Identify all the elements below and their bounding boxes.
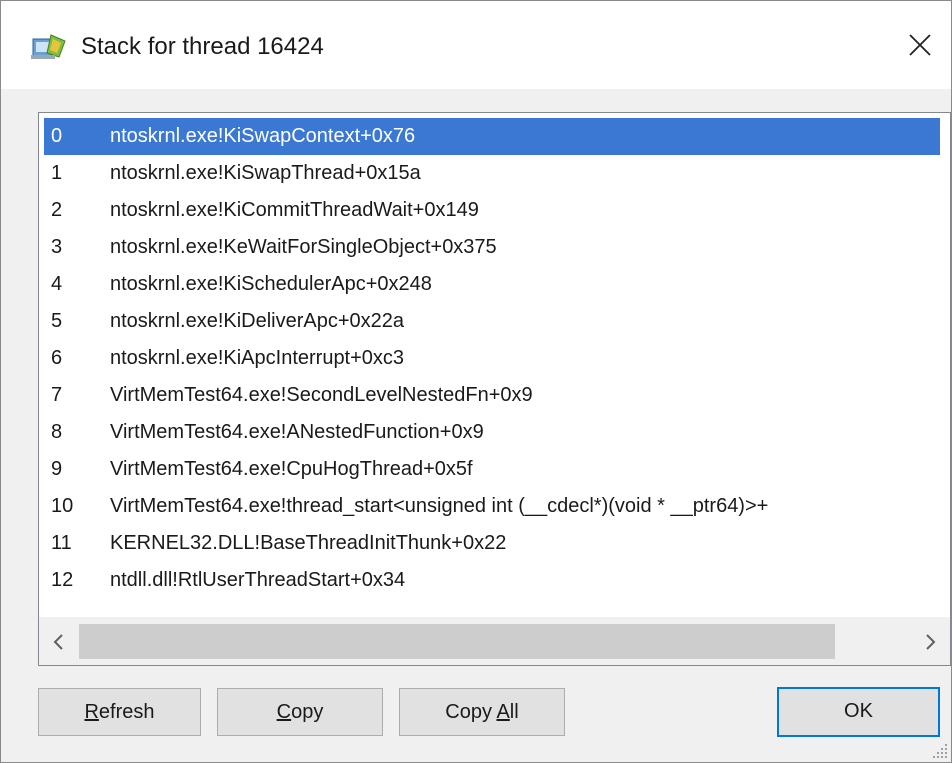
stack-row[interactable]: 0 ntoskrnl.exe!KiSwapContext+0x76 bbox=[44, 118, 940, 155]
frame-index: 0 bbox=[51, 125, 63, 147]
frame-index: 6 bbox=[51, 347, 63, 369]
frame-symbol: ntoskrnl.exe!KiDeliverApc+0x22a bbox=[110, 310, 405, 332]
stack-row[interactable]: 1 ntoskrnl.exe!KiSwapThread+0x15a bbox=[44, 155, 940, 192]
stack-row[interactable]: 10 VirtMemTest64.exe!thread_start<unsigne… bbox=[44, 488, 940, 525]
copy-all-mnemonic: A bbox=[496, 701, 510, 723]
stack-row[interactable]: 11 KERNEL32.DLL!BaseThreadInitThunk+0x22 bbox=[44, 525, 940, 562]
title-bar[interactable]: Stack for thread 16424 bbox=[1, 1, 951, 89]
stack-row[interactable]: 6 ntoskrnl.exe!KiApcInterrupt+0xc3 bbox=[44, 340, 940, 377]
stack-row[interactable]: 12 ntdll.dll!RtlUserThreadStart+0x34 bbox=[44, 562, 940, 599]
scroll-right-button[interactable] bbox=[912, 618, 950, 665]
frame-index: 12 bbox=[51, 569, 74, 591]
stack-listbox[interactable]: 0 ntoskrnl.exe!KiSwapContext+0x76 1 ntoskrn… bbox=[38, 112, 951, 666]
stack-rows: 0 ntoskrnl.exe!KiSwapContext+0x76 1 ntoskrn… bbox=[44, 118, 940, 599]
copy-mnemonic: C bbox=[276, 701, 292, 723]
stack-row[interactable]: 3 ntoskrnl.exe!KeWaitForSingleObject+0x37… bbox=[44, 229, 940, 266]
frame-index: 5 bbox=[51, 310, 63, 332]
refresh-button[interactable]: Refresh bbox=[38, 688, 201, 736]
frame-index: 2 bbox=[51, 199, 63, 221]
frame-symbol: ntoskrnl.exe!KiSchedulerApc+0x248 bbox=[110, 273, 432, 295]
frame-symbol: ntoskrnl.exe!KiSwapThread+0x15a bbox=[110, 162, 421, 184]
frame-symbol: ntoskrnl.exe!KiCommitThreadWait+0x149 bbox=[110, 199, 479, 221]
frame-index: 8 bbox=[51, 421, 63, 443]
copy-all-label: ll bbox=[509, 701, 519, 723]
copy-label: opy bbox=[291, 701, 324, 723]
window-title: Stack for thread 16424 bbox=[81, 33, 324, 60]
stack-row[interactable]: 9 VirtMemTest64.exe!CpuHogThread+0x5f bbox=[44, 451, 940, 488]
frame-symbol: ntoskrnl.exe!KiApcInterrupt+0xc3 bbox=[110, 347, 405, 369]
stack-row[interactable]: 5 ntoskrnl.exe!KiDeliverApc+0x22a bbox=[44, 303, 940, 340]
stack-row[interactable]: 4 ntoskrnl.exe!KiSchedulerApc+0x248 bbox=[44, 266, 940, 303]
ok-label: OK bbox=[844, 700, 873, 722]
frame-symbol: VirtMemTest64.exe!ANestedFunction+0x9 bbox=[110, 421, 484, 443]
frame-index: 3 bbox=[51, 236, 63, 258]
copy-all-prefix: Copy bbox=[445, 701, 497, 723]
resize-grip-icon[interactable] bbox=[931, 742, 949, 760]
stack-row[interactable]: 7 VirtMemTest64.exe!SecondLevelNestedFn+0… bbox=[44, 377, 940, 414]
frame-index: 9 bbox=[51, 458, 63, 480]
frame-symbol: ntdll.dll!RtlUserThreadStart+0x34 bbox=[110, 569, 406, 591]
stack-row[interactable]: 2 ntoskrnl.exe!KiCommitThreadWait+0x149 bbox=[44, 192, 940, 229]
chevron-right-icon bbox=[926, 633, 936, 650]
scrollbar-thumb[interactable] bbox=[79, 624, 835, 659]
frame-symbol: ntoskrnl.exe!KiSwapContext+0x76 bbox=[110, 125, 416, 147]
refresh-label: efresh bbox=[98, 701, 155, 723]
chevron-left-icon bbox=[53, 633, 63, 650]
ok-button[interactable]: OK bbox=[777, 687, 940, 737]
frame-symbol: VirtMemTest64.exe!thread_start<unsigned … bbox=[110, 495, 769, 517]
frame-index: 10 bbox=[51, 495, 74, 517]
frame-symbol: KERNEL32.DLL!BaseThreadInitThunk+0x22 bbox=[110, 532, 507, 554]
frame-index: 4 bbox=[51, 273, 63, 295]
frame-index: 1 bbox=[51, 162, 63, 184]
refresh-mnemonic: R bbox=[84, 701, 99, 723]
copy-button[interactable]: Copy bbox=[217, 688, 383, 736]
frame-symbol: VirtMemTest64.exe!SecondLevelNestedFn+0x… bbox=[110, 384, 533, 406]
close-button[interactable] bbox=[889, 17, 951, 73]
scroll-left-button[interactable] bbox=[39, 618, 77, 665]
process-explorer-icon bbox=[31, 34, 66, 59]
copy-all-button[interactable]: Copy All bbox=[399, 688, 565, 736]
stack-dialog: Stack for thread 16424 0 ntoskrnl.exe!KiS… bbox=[0, 0, 952, 763]
close-icon bbox=[909, 34, 931, 56]
frame-symbol: VirtMemTest64.exe!CpuHogThread+0x5f bbox=[110, 458, 473, 480]
horizontal-scrollbar[interactable] bbox=[39, 617, 950, 665]
stack-row[interactable]: 8 VirtMemTest64.exe!ANestedFunction+0x9 bbox=[44, 414, 940, 451]
frame-symbol: ntoskrnl.exe!KeWaitForSingleObject+0x375 bbox=[110, 236, 497, 258]
frame-index: 7 bbox=[51, 384, 63, 406]
frame-index: 11 bbox=[51, 532, 72, 554]
